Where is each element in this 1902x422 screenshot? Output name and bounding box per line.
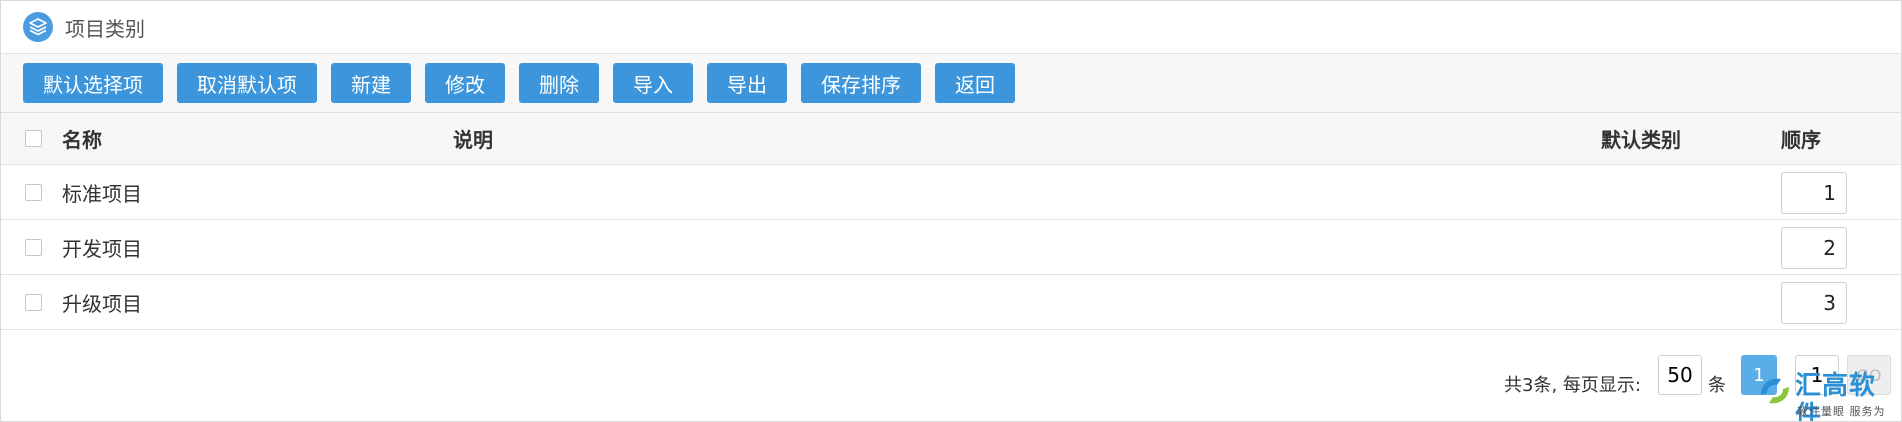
select-all-checkbox[interactable] — [25, 130, 42, 147]
export-button[interactable]: 导出 — [707, 63, 787, 103]
pagination: 共3条, 每页显示: 条 1 GO — [1, 351, 1901, 411]
watermark-logo-icon — [1757, 371, 1793, 415]
watermark: 汇高软件 软件量眼 服务为本 — [1757, 371, 1897, 421]
column-header-order[interactable]: 顺序 — [1781, 124, 1821, 153]
row-checkbox[interactable] — [25, 293, 42, 311]
column-header-name[interactable]: 名称 — [62, 124, 102, 153]
delete-button[interactable]: 删除 — [519, 63, 599, 103]
table-row[interactable]: 标准项目 — [1, 165, 1901, 220]
save-order-button[interactable]: 保存排序 — [801, 63, 921, 103]
category-table: 名称 说明 默认类别 顺序 标准项目 开发项目 升级项目 — [1, 113, 1901, 330]
table-row[interactable]: 开发项目 — [1, 220, 1901, 275]
layers-icon — [23, 12, 53, 42]
main-panel: 项目类别 默认选择项 取消默认项 新建 修改 删除 导入 导出 保存排序 返回 … — [0, 0, 1902, 422]
order-input[interactable] — [1781, 282, 1847, 324]
pagination-summary: 共3条, 每页显示: — [1504, 375, 1641, 396]
row-name: 标准项目 — [62, 181, 142, 206]
back-button[interactable]: 返回 — [935, 63, 1015, 103]
toolbar: 默认选择项 取消默认项 新建 修改 删除 导入 导出 保存排序 返回 — [1, 54, 1901, 113]
edit-button[interactable]: 修改 — [425, 63, 505, 103]
page-title: 项目类别 — [65, 16, 145, 41]
import-button[interactable]: 导入 — [613, 63, 693, 103]
page-size-unit: 条 — [1708, 375, 1726, 396]
row-name: 开发项目 — [62, 236, 142, 261]
order-input[interactable] — [1781, 227, 1847, 269]
row-name: 升级项目 — [62, 291, 142, 316]
column-header-desc[interactable]: 说明 — [453, 124, 493, 153]
watermark-slogan: 软件量眼 服务为本 — [1797, 405, 1886, 418]
panel-header: 项目类别 — [1, 1, 1901, 54]
table-header: 名称 说明 默认类别 顺序 — [1, 113, 1901, 165]
row-checkbox[interactable] — [25, 238, 42, 256]
table-row[interactable]: 升级项目 — [1, 275, 1901, 330]
page-size-input[interactable] — [1658, 355, 1702, 395]
new-button[interactable]: 新建 — [331, 63, 411, 103]
column-header-default[interactable]: 默认类别 — [1601, 124, 1681, 153]
cancel-default-button[interactable]: 取消默认项 — [177, 63, 317, 103]
set-default-button[interactable]: 默认选择项 — [23, 63, 163, 103]
row-checkbox[interactable] — [25, 183, 42, 201]
order-input[interactable] — [1781, 172, 1847, 214]
